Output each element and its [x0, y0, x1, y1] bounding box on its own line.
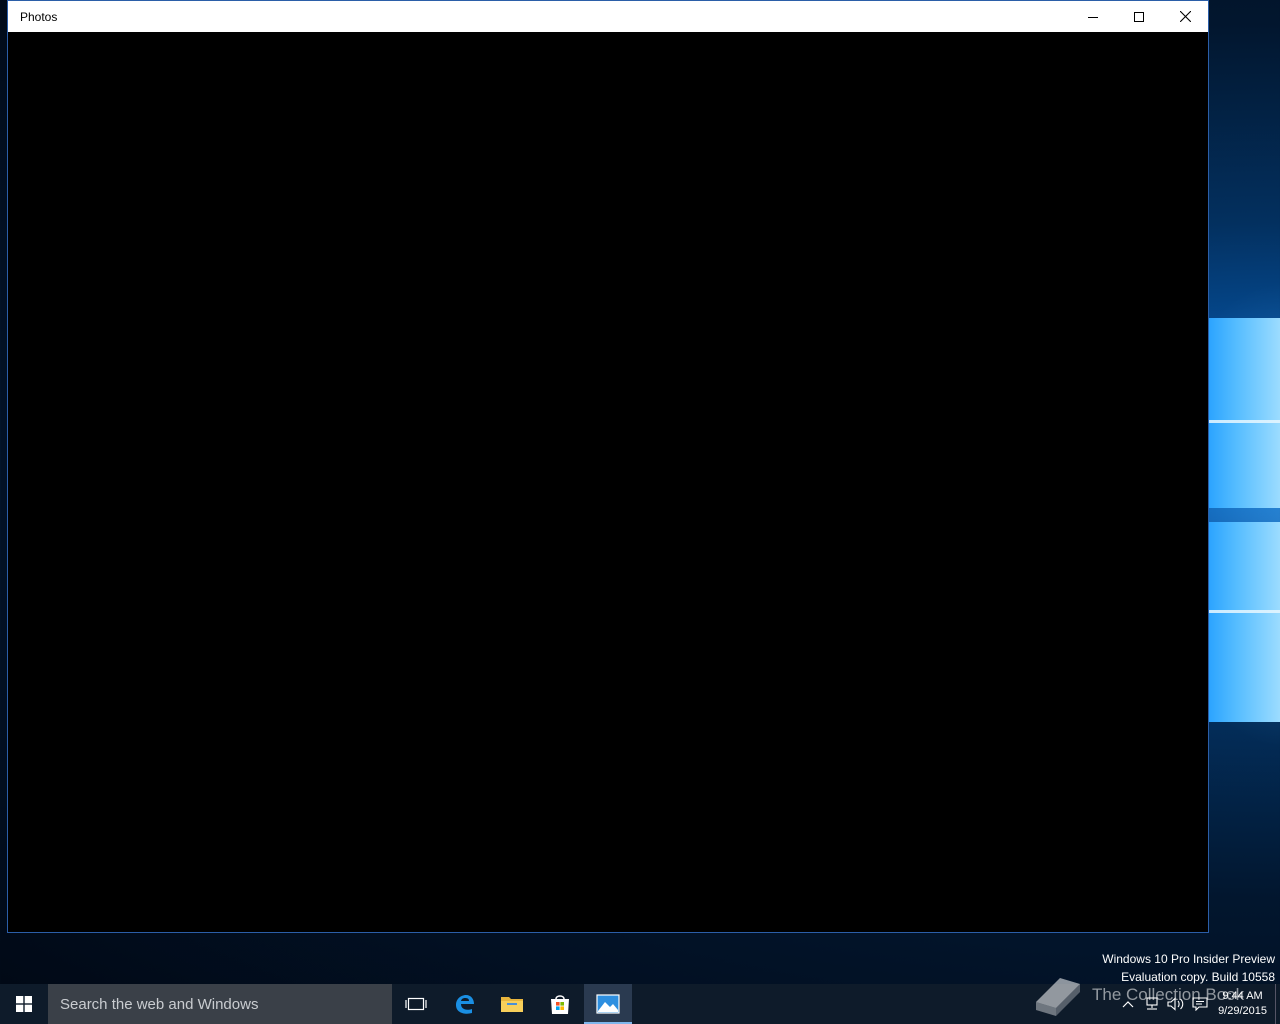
- file-explorer-button[interactable]: [488, 984, 536, 1024]
- build-watermark: Windows 10 Pro Insider Preview Evaluatio…: [1102, 950, 1275, 986]
- system-tray: 9:44 AM 9/29/2015: [1116, 984, 1280, 1024]
- volume-button[interactable]: [1164, 984, 1188, 1024]
- chevron-up-icon: [1122, 1001, 1134, 1008]
- edge-button[interactable]: [440, 984, 488, 1024]
- search-box[interactable]: Search the web and Windows: [48, 984, 392, 1024]
- search-placeholder: Search the web and Windows: [60, 995, 259, 1013]
- window-title: Photos: [20, 9, 58, 24]
- task-view-icon: [405, 997, 427, 1011]
- close-icon: [1179, 11, 1191, 22]
- store-button[interactable]: [536, 984, 584, 1024]
- show-hidden-icons-button[interactable]: [1116, 984, 1140, 1024]
- volume-icon: [1167, 997, 1184, 1011]
- store-icon: [551, 995, 569, 1014]
- show-desktop-button[interactable]: [1275, 984, 1280, 1024]
- maximize-button[interactable]: [1116, 1, 1162, 32]
- photos-window[interactable]: Photos: [7, 0, 1209, 933]
- taskbar: Search the web and Windows 9:44 AM 9/29/…: [0, 984, 1280, 1024]
- action-center-button[interactable]: [1188, 984, 1212, 1024]
- clock-date: 9/29/2015: [1218, 1005, 1267, 1017]
- start-button[interactable]: [0, 984, 48, 1024]
- minimize-button[interactable]: [1070, 1, 1116, 32]
- minimize-icon: [1088, 16, 1098, 18]
- edge-icon: [456, 995, 474, 1014]
- clock-time: 9:44 AM: [1222, 990, 1263, 1002]
- photos-icon: [596, 994, 620, 1014]
- title-bar[interactable]: Photos: [8, 1, 1208, 32]
- close-button[interactable]: [1162, 1, 1208, 32]
- notification-icon: [1192, 997, 1208, 1011]
- maximize-icon: [1134, 11, 1144, 22]
- photo-viewer-canvas[interactable]: [8, 32, 1208, 932]
- photos-button[interactable]: [584, 984, 632, 1024]
- network-icon: [1146, 997, 1158, 1010]
- task-view-button[interactable]: [392, 984, 440, 1024]
- clock[interactable]: 9:44 AM 9/29/2015: [1212, 989, 1275, 1019]
- watermark-edition: Windows 10 Pro Insider Preview: [1102, 952, 1275, 966]
- file-explorer-icon: [501, 997, 523, 1012]
- wallpaper-windows-logo: [1148, 280, 1280, 750]
- network-button[interactable]: [1140, 984, 1164, 1024]
- windows-logo-icon: [16, 996, 32, 1012]
